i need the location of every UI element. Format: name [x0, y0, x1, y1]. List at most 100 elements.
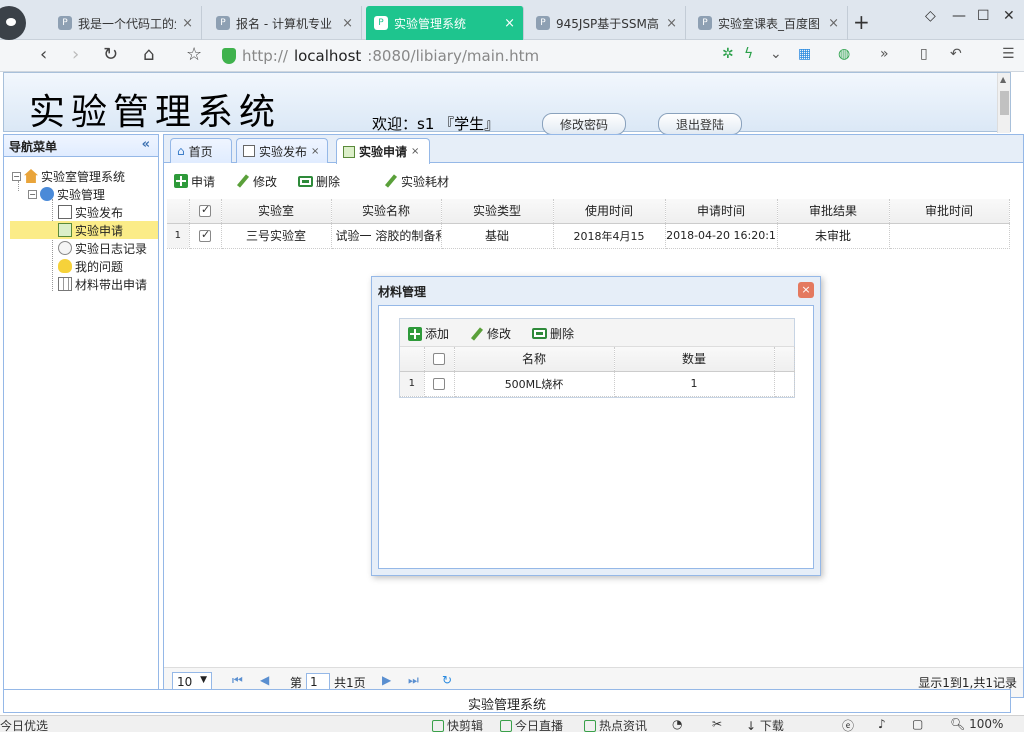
first-page-icon[interactable]: ⏮ — [232, 673, 243, 688]
forward-icon[interactable]: › — [72, 44, 79, 65]
apply-button[interactable]: 申请 — [174, 173, 215, 190]
dialog-title: 材料管理 — [378, 285, 427, 299]
add-button[interactable]: 添加 — [408, 325, 449, 342]
edit-button[interactable]: 修改 — [470, 325, 511, 342]
clock-icon — [58, 241, 72, 255]
tab-experiment-publish[interactable]: 实验发布 × — [236, 138, 328, 163]
speed-icon[interactable]: ◔ — [672, 717, 682, 731]
cell-experiment-type: 基础 — [441, 223, 554, 249]
column-header[interactable]: 申请时间 — [665, 199, 778, 224]
maximize-icon[interactable]: ☐ — [977, 8, 990, 24]
menu-icon[interactable]: ☰ — [1002, 46, 1015, 62]
close-icon[interactable]: × — [504, 16, 515, 31]
zoom-level[interactable]: 🔍︎ 100% — [950, 717, 1003, 731]
change-password-button[interactable]: 修改密码 — [542, 113, 626, 135]
select-all-checkbox[interactable] — [424, 347, 455, 372]
close-icon[interactable]: × — [828, 16, 839, 31]
next-page-icon[interactable]: ▶ — [382, 673, 391, 687]
undo-icon[interactable]: ↶ — [950, 46, 962, 62]
tools-icon[interactable]: ✂ — [712, 717, 722, 731]
close-icon[interactable]: × — [342, 16, 353, 31]
close-icon[interactable]: × — [411, 146, 419, 157]
phone-icon[interactable]: ▯ — [920, 46, 928, 62]
row-checkbox[interactable] — [424, 371, 455, 397]
window-close-icon[interactable]: ✕ — [1003, 8, 1015, 24]
prev-page-icon[interactable]: ◀ — [260, 673, 269, 687]
delete-icon — [532, 328, 547, 339]
browser-tab-4[interactable]: P 945JSP基于SSM高 × — [528, 6, 686, 40]
column-header[interactable]: 数量 — [614, 347, 775, 372]
today-picks-link[interactable]: 今日优选 — [0, 717, 48, 734]
live-link[interactable]: 今日直播 — [500, 717, 563, 734]
apps-icon[interactable]: ▦ — [798, 46, 811, 62]
column-header[interactable]: 审批结果 — [777, 199, 890, 224]
sidebar-item-experiment-apply[interactable]: 实验申请 — [10, 221, 158, 239]
browser-tab-3[interactable]: P 实验管理系统 × — [366, 6, 524, 40]
browser-tab-1[interactable]: P 我是一个代码工的生 × — [50, 6, 202, 40]
column-header[interactable]: 使用时间 — [553, 199, 666, 224]
dialog-close-icon[interactable]: × — [798, 282, 814, 298]
spinner-icon[interactable]: ✲ — [722, 46, 734, 62]
new-tab-button[interactable]: + — [853, 10, 870, 34]
delete-button[interactable]: 删除 — [298, 173, 340, 190]
back-icon[interactable]: ‹ — [40, 44, 47, 65]
scrollbar-thumb[interactable] — [1000, 91, 1009, 115]
column-header[interactable]: 实验名称 — [331, 199, 442, 224]
column-header[interactable]: 实验类型 — [441, 199, 554, 224]
quick-clip-link[interactable]: 快剪辑 — [432, 717, 483, 734]
collapse-toggle-icon[interactable]: − — [28, 189, 37, 199]
url-field[interactable]: http://localhost:8080/libiary/main.htm — [222, 45, 539, 67]
sidebar-item-experiment-log[interactable]: 实验日志记录 — [58, 239, 147, 257]
more-icon[interactable]: » — [880, 46, 889, 62]
star-icon[interactable]: ☆ — [186, 44, 202, 65]
window-icon[interactable]: ▢ — [912, 717, 923, 731]
form-icon — [58, 223, 72, 237]
tab-home[interactable]: ⌂ 首页 — [170, 138, 232, 163]
shield-icon — [222, 48, 236, 64]
browser-tab-5[interactable]: P 实验室课表_百度图 × — [690, 6, 848, 40]
tree-root[interactable]: − 实验室管理系统 — [12, 167, 125, 185]
column-header[interactable]: 实验室 — [221, 199, 332, 224]
system-title: 实验管理系统 — [29, 92, 282, 133]
table-row[interactable]: 1 三号实验室 试验一 溶胶的制备和 基础 2018年4月15 2018-04-… — [167, 223, 1010, 249]
materials-button[interactable]: 实验耗材 — [384, 173, 449, 190]
chevron-down-icon[interactable]: ⌄ — [770, 46, 782, 62]
refresh-icon[interactable]: ↻ — [442, 673, 452, 687]
collapse-toggle-icon[interactable]: − — [12, 171, 21, 181]
minimize-icon[interactable]: — — [952, 8, 966, 24]
last-page-icon[interactable]: ⏭ — [408, 673, 419, 688]
scroll-up-icon[interactable]: ▲ — [1000, 75, 1006, 84]
hot-news-link[interactable]: 热点资讯 — [584, 717, 647, 734]
lightning-icon[interactable]: ϟ — [744, 46, 753, 62]
download-link[interactable]: ↓ 下载 — [746, 717, 784, 734]
tab-experiment-apply[interactable]: 实验申请 × — [336, 138, 430, 164]
close-icon[interactable]: × — [311, 146, 319, 157]
close-icon[interactable]: × — [182, 16, 193, 31]
row-checkbox[interactable] — [189, 223, 222, 249]
sidebar-item-my-questions[interactable]: 我的问题 — [58, 257, 123, 275]
page-scrollbar[interactable]: ▲ — [997, 73, 1010, 133]
column-header[interactable]: 名称 — [454, 347, 615, 372]
tree-group[interactable]: − 实验管理 — [28, 185, 105, 203]
column-header[interactable]: 审批时间 — [889, 199, 1010, 224]
reload-icon[interactable]: ↻ — [103, 44, 118, 65]
collapse-icon[interactable]: « — [142, 137, 150, 152]
sidebar-item-material-checkout[interactable]: 材料带出申请 — [58, 275, 147, 293]
column-spacer — [774, 347, 795, 372]
shirt-icon[interactable]: ◇ — [925, 8, 936, 24]
home-icon[interactable]: ⌂ — [143, 44, 154, 65]
edit-button[interactable]: 修改 — [236, 173, 277, 190]
close-icon[interactable]: × — [666, 16, 677, 31]
delete-button[interactable]: 删除 — [532, 325, 574, 342]
ie-icon[interactable]: ⓔ — [842, 717, 854, 734]
row-number: 1 — [400, 371, 425, 397]
logout-button[interactable]: 退出登陆 — [658, 113, 742, 135]
materials-grid: 名称 数量 1 500ML烧杯 1 — [400, 347, 795, 397]
sidebar-item-experiment-publish[interactable]: 实验发布 — [58, 203, 123, 221]
translate-icon[interactable]: ◍ — [838, 46, 850, 62]
browser-tab-2[interactable]: P 报名 - 计算机专业 × — [208, 6, 362, 40]
experiment-grid: 实验室 实验名称 实验类型 使用时间 申请时间 审批结果 审批时间 1 三号实验… — [167, 199, 1010, 249]
sound-icon[interactable]: ♪ — [878, 717, 886, 731]
select-all-checkbox[interactable] — [189, 199, 222, 224]
table-row[interactable]: 1 500ML烧杯 1 — [400, 371, 795, 397]
